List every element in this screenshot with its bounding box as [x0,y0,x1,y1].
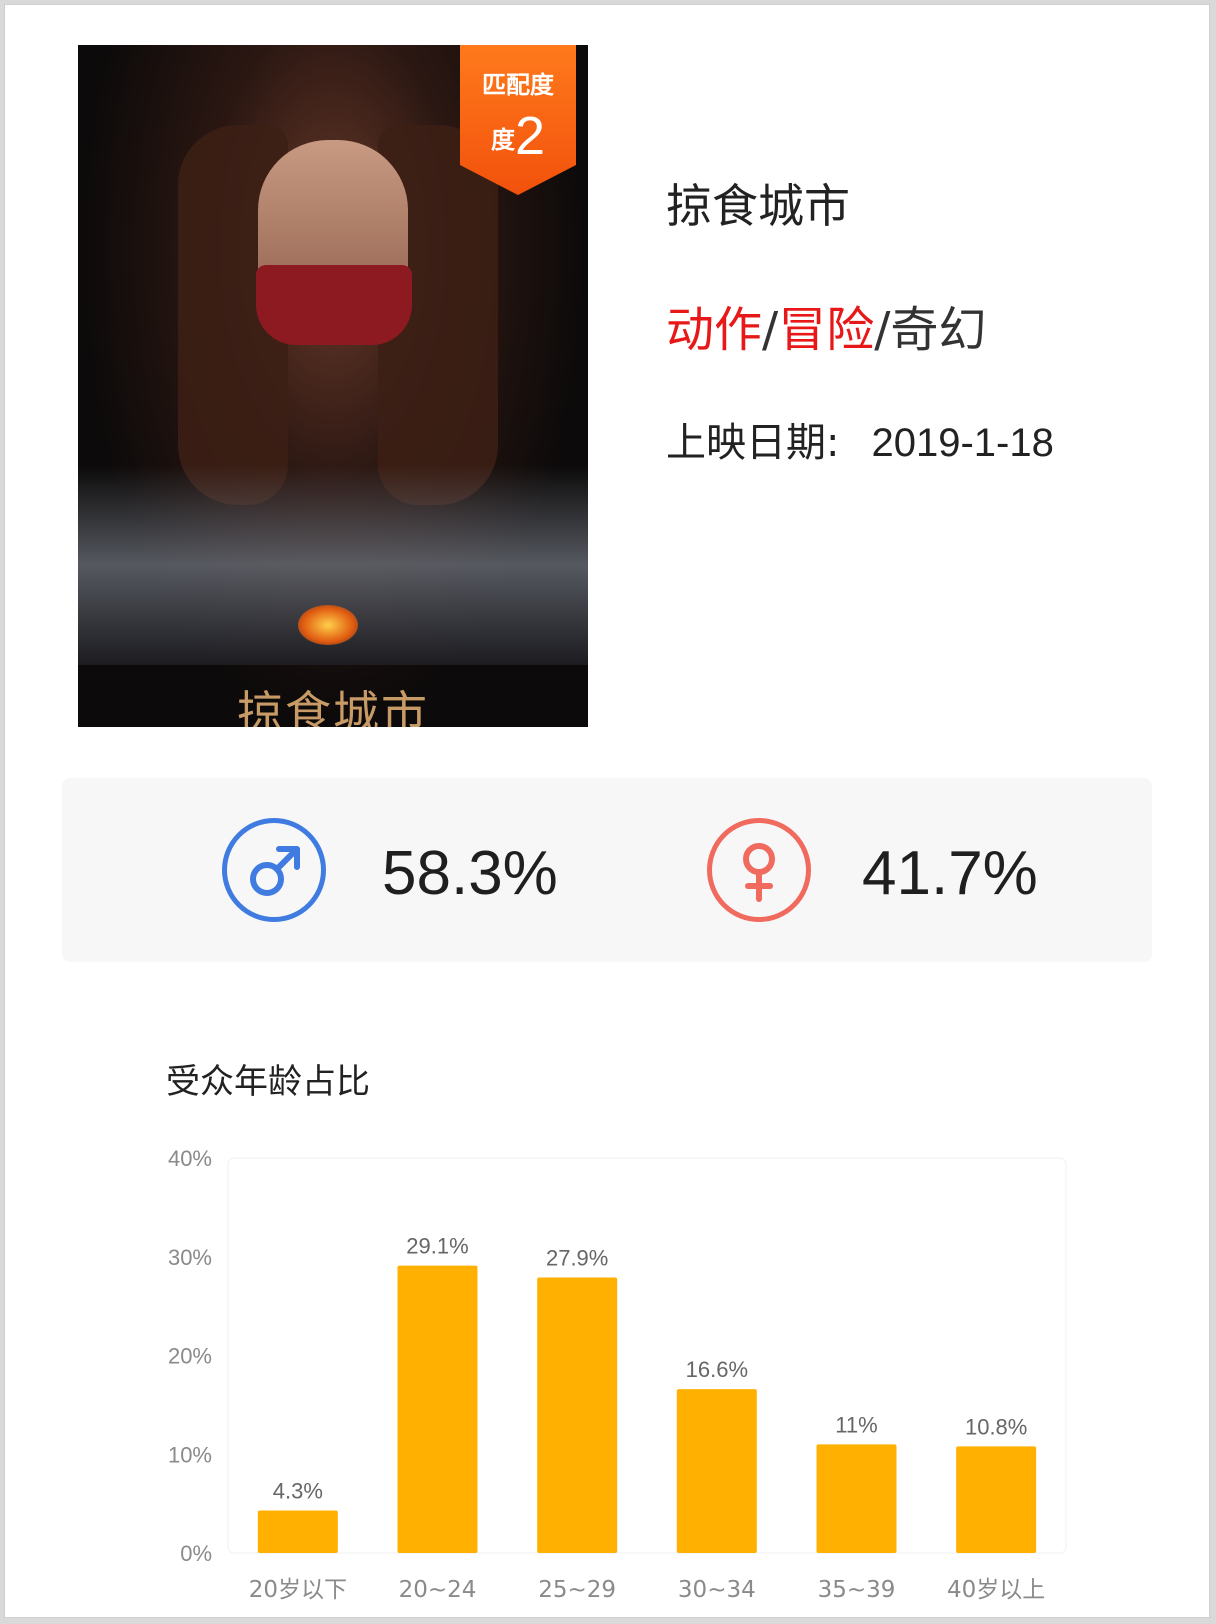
bar-value-label: 29.1% [406,1234,468,1259]
y-tick-label: 20% [168,1344,212,1369]
bar-value-label: 10.8% [965,1414,1027,1439]
x-tick-label: 30~34 [678,1577,756,1603]
bar-2[interactable] [537,1277,618,1553]
bar-4[interactable] [816,1444,897,1553]
x-tick-label: 20岁以下 [249,1577,347,1603]
bar-value-label: 11% [835,1412,877,1437]
bar-3[interactable] [676,1389,757,1553]
y-tick-label: 10% [168,1442,212,1467]
bar-5[interactable] [956,1446,1037,1553]
x-tick-label: 20~24 [399,1577,477,1603]
x-tick-label: 25~29 [538,1577,616,1603]
bar-1[interactable] [397,1265,478,1553]
bar-value-label: 4.3% [273,1479,323,1504]
age-bar-chart: 0% 10% 20% 30% 40% 4.3% 20岁以下 29.1% 20~24 27.9% 25… [168,1146,1067,1603]
y-tick-label: 0% [180,1541,212,1566]
x-tick-label: 35~39 [818,1577,896,1603]
y-tick-label: 30% [168,1245,212,1270]
plot-area [227,1157,1067,1554]
bar-value-label: 16.6% [686,1357,748,1382]
bar-value-label: 27.9% [546,1245,608,1270]
y-tick-label: 40% [168,1146,212,1171]
bar-0[interactable] [257,1510,338,1553]
x-tick-label: 40岁以上 [947,1577,1045,1603]
